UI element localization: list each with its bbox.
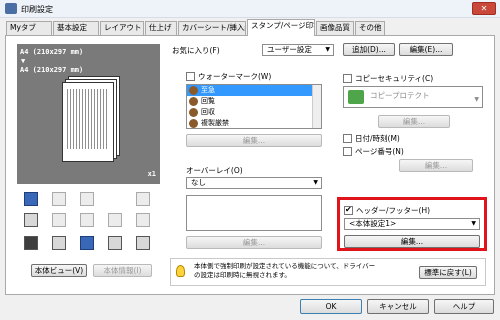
output-tray-icon [136, 236, 150, 250]
offset-icon [52, 213, 66, 227]
body-view-button[interactable]: 本体ビュー(V) [31, 264, 87, 277]
stamp-icon [189, 86, 198, 95]
window-title: 印刷設定 [21, 5, 53, 14]
punch-icon [52, 192, 66, 206]
overlay-value: なし [191, 178, 206, 187]
header-footer-select[interactable]: <本体設定1> ▼ [344, 218, 480, 230]
copy-protect-icon [348, 90, 364, 104]
copies-count: x1 [147, 170, 156, 178]
page-number-checkbox[interactable] [343, 147, 352, 156]
page-icon [108, 213, 122, 227]
watermark-list[interactable]: 至急 回覧 回収 複製厳禁 [186, 84, 322, 129]
stamp-icon [189, 108, 198, 117]
lightbulb-icon [176, 265, 185, 277]
printer-icon [24, 236, 38, 250]
printer-app-icon [5, 3, 17, 14]
tab-basic[interactable]: 基本設定 [53, 21, 99, 35]
body-info-button[interactable]: 本体情報(I) [93, 264, 152, 277]
tab-cover-sheet[interactable]: カバーシート/挿入紙 [178, 21, 246, 35]
watermark-label: ウォーターマーク(W) [198, 72, 272, 81]
help-button[interactable]: ヘルプ [434, 299, 494, 314]
stamp-icon [189, 119, 198, 128]
title-bar: 印刷設定 ✕ [0, 0, 500, 18]
paper-size-output: A4 (210x297 mm) [20, 66, 84, 74]
overlay-edit-button[interactable]: 編集... [186, 236, 322, 249]
tab-layout[interactable]: レイアウト [100, 21, 144, 35]
copy-security-edit-button[interactable]: 編集... [378, 115, 450, 128]
chevron-down-icon: ▼ [471, 220, 476, 227]
list-item[interactable]: 回収 [187, 107, 321, 118]
list-item-label: 回覧 [201, 97, 215, 105]
ok-button[interactable]: OK [300, 299, 362, 314]
tab-other[interactable]: その他 [355, 21, 385, 35]
date-time-checkbox[interactable] [343, 134, 352, 143]
text-lines [67, 89, 107, 149]
fold-icon [80, 192, 94, 206]
stamp-icon [189, 97, 198, 106]
header-footer-value: <本体設定1> [349, 219, 397, 228]
tab-image-quality[interactable]: 画像品質 [316, 21, 354, 35]
copy-security-label: コピーセキュリティ(C) [355, 74, 434, 83]
header-footer-label: ヘッダー/フッター(H) [356, 206, 431, 215]
overlay-select[interactable]: なし ▼ [186, 177, 322, 189]
finisher-icon [108, 236, 122, 250]
list-item[interactable]: 回覧 [187, 96, 321, 107]
list-item-label: 複製厳禁 [201, 119, 229, 127]
scrollbar[interactable] [312, 85, 321, 128]
tab-stamp[interactable]: スタンプ/ページ印字 [247, 19, 315, 36]
favorites-label: お気に入り(F) [172, 46, 220, 55]
tray-icon [24, 213, 38, 227]
list-item-label: 至急 [201, 86, 215, 94]
arrow-down-icon: ▼ [21, 57, 26, 65]
paper-sheet [62, 82, 114, 162]
list-item[interactable]: 至急 [187, 85, 321, 96]
header-footer-edit-button[interactable]: 編集... [344, 235, 480, 248]
copy-security-value: コピープロテクト [370, 91, 430, 100]
dialog-footer: OK キャンセル ヘルプ [0, 295, 500, 320]
header-footer-checkbox[interactable] [344, 205, 353, 215]
cancel-button[interactable]: キャンセル [367, 299, 429, 314]
chevron-down-icon: ▼ [474, 96, 479, 103]
watermark-edit-button[interactable]: 編集... [186, 134, 322, 147]
list-item[interactable]: 複製厳禁 [187, 118, 321, 128]
favorites-edit-button[interactable]: 編集(E)... [399, 43, 453, 56]
close-button[interactable]: ✕ [472, 2, 496, 15]
copy-icon [136, 213, 150, 227]
page-preview: A4 (210x297 mm) ▼ A4 (210x297 mm) x1 [17, 44, 160, 184]
user-icon [52, 236, 66, 250]
page-number-edit-button[interactable]: 編集... [399, 159, 473, 172]
text-stamp-icon [80, 213, 94, 227]
copy-security-select[interactable]: コピープロテクト ▼ [343, 86, 483, 108]
favorites-select[interactable]: ユーザー設定 ▼ [262, 44, 334, 56]
staple-icon [24, 192, 38, 206]
overlay-list[interactable] [186, 195, 322, 231]
watermark-checkbox[interactable] [186, 72, 195, 81]
booklet-icon [136, 192, 150, 206]
paper-size-source: A4 (210x297 mm) [20, 48, 84, 56]
tab-finishing[interactable]: 仕上げ [145, 21, 177, 35]
favorites-value: ユーザー設定 [267, 45, 312, 54]
overlay-label: オーバーレイ(O) [186, 166, 243, 175]
date-time-label: 日付/時刻(M) [355, 134, 400, 143]
tab-bar: Myタブ 基本設定 レイアウト 仕上げ カバーシート/挿入紙 スタンプ/ページ印… [6, 19, 496, 36]
copy-security-checkbox[interactable] [343, 74, 352, 83]
chevron-down-icon: ▼ [313, 179, 318, 186]
info-panel: 本体側で強制印刷が設定されている機能について、ドライバーの設定は印刷時に無視され… [170, 258, 486, 286]
page-number-label: ページ番号(N) [355, 147, 404, 156]
tab-mytab[interactable]: Myタブ [6, 21, 52, 35]
chevron-down-icon: ▼ [325, 46, 330, 53]
account-icon [80, 236, 94, 250]
info-text: 本体側で強制印刷が設定されている機能について、ドライバーの設定は印刷時に無視され… [194, 262, 376, 279]
reset-default-button[interactable]: 標準に戻す(L) [419, 266, 477, 279]
list-item-label: 回収 [201, 108, 215, 116]
favorites-add-button[interactable]: 追加(D)... [343, 43, 395, 56]
